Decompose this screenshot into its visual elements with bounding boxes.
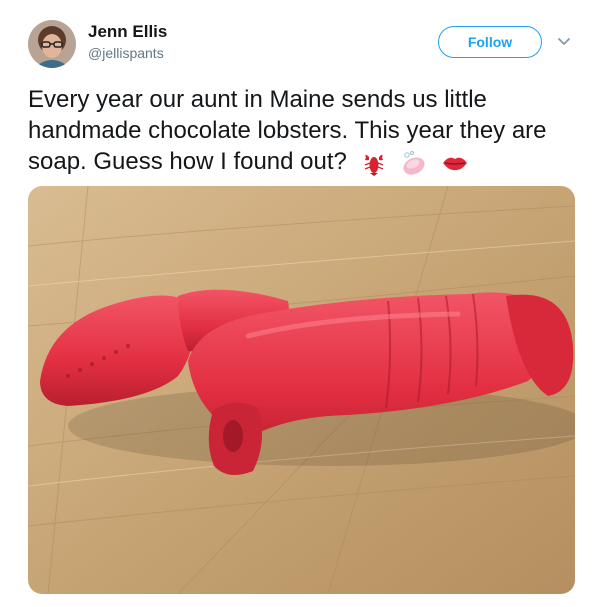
follow-button[interactable]: Follow xyxy=(438,26,542,58)
lips-emoji xyxy=(442,157,467,170)
user-name[interactable]: Jenn Ellis xyxy=(88,22,167,42)
chevron-down-icon[interactable] xyxy=(556,34,572,50)
soap-emoji xyxy=(403,150,425,175)
avatar-image xyxy=(28,20,76,68)
tweet-text: Every year our aunt in Maine sends us li… xyxy=(28,84,584,177)
lobster-emoji xyxy=(364,154,383,176)
soap-lobster-photo xyxy=(28,186,575,594)
tweet-header: Jenn Ellis @jellispants Follow xyxy=(0,0,600,80)
avatar[interactable] xyxy=(28,20,76,68)
user-handle[interactable]: @jellispants xyxy=(88,45,164,61)
tweet-photo[interactable] xyxy=(28,186,575,594)
